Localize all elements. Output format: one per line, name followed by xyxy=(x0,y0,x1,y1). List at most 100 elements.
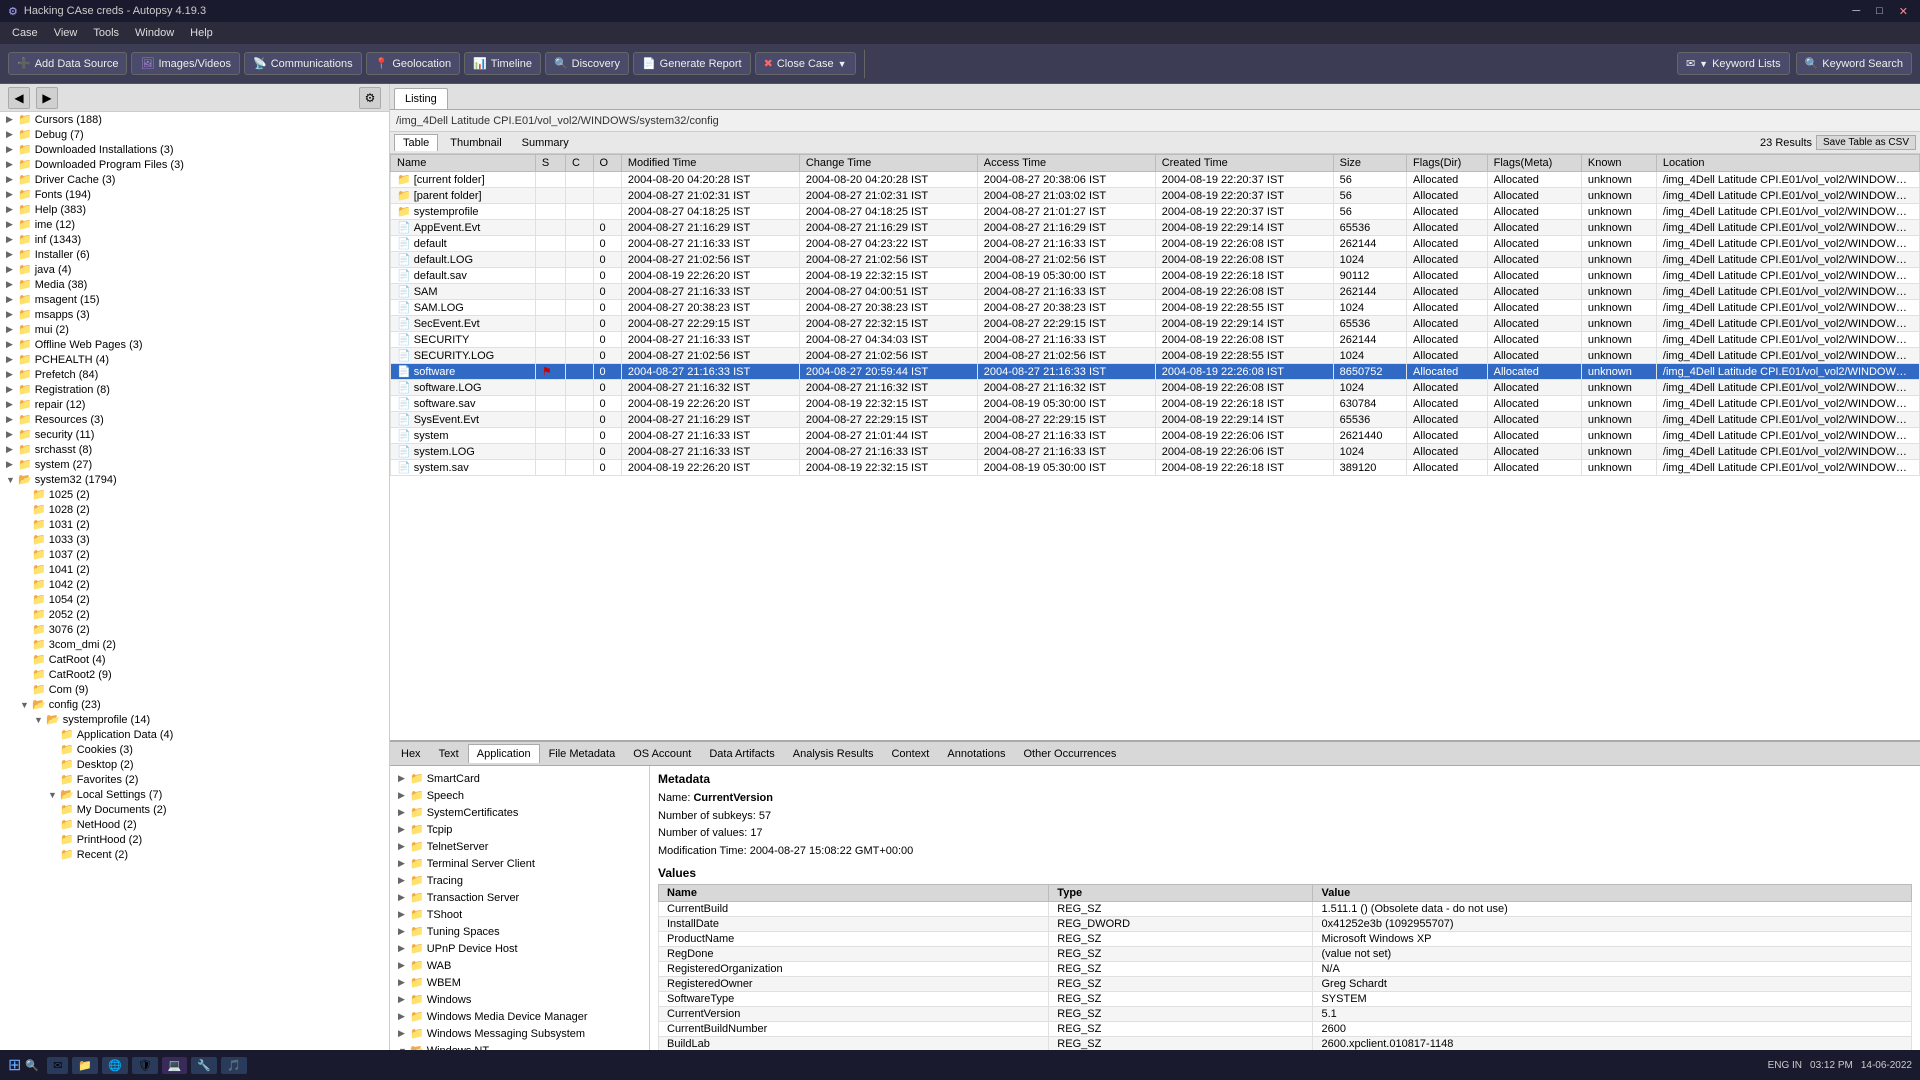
col-created[interactable]: Created Time xyxy=(1155,155,1333,172)
registry-tree-item[interactable]: ▶📁Windows xyxy=(394,991,645,1008)
tree-item[interactable]: 📁1025 (2) xyxy=(0,487,389,502)
table-row[interactable]: 📄SAM02004-08-27 21:16:33 IST2004-08-27 0… xyxy=(391,284,1920,300)
tree-item[interactable]: 📁CatRoot2 (9) xyxy=(0,667,389,682)
tree-item[interactable]: 📁1041 (2) xyxy=(0,562,389,577)
bottom-tab-annotations[interactable]: Annotations xyxy=(938,744,1014,763)
generate-report-button[interactable]: 📄 Generate Report xyxy=(633,52,751,75)
menu-window[interactable]: Window xyxy=(127,25,182,41)
tree-item[interactable]: ▶📁Media (38) xyxy=(0,277,389,292)
registry-tree-item[interactable]: ▶📁Terminal Server Client xyxy=(394,855,645,872)
keyword-search-button[interactable]: 🔍 Keyword Search xyxy=(1796,52,1912,75)
table-row[interactable]: 📄default.LOG02004-08-27 21:02:56 IST2004… xyxy=(391,252,1920,268)
maximize-button[interactable]: □ xyxy=(1872,5,1887,18)
add-datasource-button[interactable]: ➕ Add Data Source xyxy=(8,52,127,75)
bottom-tab-hex[interactable]: Hex xyxy=(392,744,430,763)
forward-button[interactable]: ▶ xyxy=(36,87,58,109)
tree-item[interactable]: ▼📂Local Settings (7) xyxy=(0,787,389,802)
table-row[interactable]: 📁systemprofile2004-08-27 04:18:25 IST200… xyxy=(391,204,1920,220)
taskbar-app-5[interactable]: 💻 xyxy=(162,1057,188,1074)
bottom-tab-os-account[interactable]: OS Account xyxy=(624,744,700,763)
col-access[interactable]: Access Time xyxy=(977,155,1155,172)
close-case-button[interactable]: ✖ Close Case ▼ xyxy=(755,52,856,75)
table-row[interactable]: 📄default02004-08-27 21:16:33 IST2004-08-… xyxy=(391,236,1920,252)
tree-item[interactable]: ▶📁Help (383) xyxy=(0,202,389,217)
tree-item[interactable]: ▼📂system32 (1794) xyxy=(0,472,389,487)
tree-item[interactable]: ▶📁Downloaded Program Files (3) xyxy=(0,157,389,172)
tree-item[interactable]: 📁1033 (3) xyxy=(0,532,389,547)
col-change[interactable]: Change Time xyxy=(799,155,977,172)
subtab-thumbnail[interactable]: Thumbnail xyxy=(442,135,509,151)
tree-item[interactable]: ▶📁Fonts (194) xyxy=(0,187,389,202)
tree-item[interactable]: 📁3com_dmi (2) xyxy=(0,637,389,652)
tree-item[interactable]: 📁1054 (2) xyxy=(0,592,389,607)
col-size[interactable]: Size xyxy=(1333,155,1406,172)
col-s[interactable]: S xyxy=(535,155,565,172)
start-button[interactable]: ⊞ xyxy=(8,1055,21,1075)
tree-item[interactable]: 📁Desktop (2) xyxy=(0,757,389,772)
bottom-tab-application[interactable]: Application xyxy=(468,744,540,763)
bottom-tab-analysis-results[interactable]: Analysis Results xyxy=(784,744,883,763)
tree-item[interactable]: ▶📁Registration (8) xyxy=(0,382,389,397)
table-row[interactable]: 📄default.sav02004-08-19 22:26:20 IST2004… xyxy=(391,268,1920,284)
col-flagsmeta[interactable]: Flags(Meta) xyxy=(1487,155,1581,172)
keyword-lists-button[interactable]: ✉ ▼ Keyword Lists xyxy=(1677,52,1790,75)
tree-item[interactable]: 📁Application Data (4) xyxy=(0,727,389,742)
tree-item[interactable]: 📁Com (9) xyxy=(0,682,389,697)
table-row[interactable]: 📄system.LOG02004-08-27 21:16:33 IST2004-… xyxy=(391,444,1920,460)
table-row[interactable]: 📄software.sav02004-08-19 22:26:20 IST200… xyxy=(391,396,1920,412)
taskbar-app-3[interactable]: 🌐 xyxy=(102,1057,128,1074)
registry-tree-item[interactable]: ▶📁Transaction Server xyxy=(394,889,645,906)
registry-tree-item[interactable]: ▶📁TelnetServer xyxy=(394,838,645,855)
tree-item[interactable]: ▼📂systemprofile (14) xyxy=(0,712,389,727)
table-row[interactable]: 📁[parent folder]2004-08-27 21:02:31 IST2… xyxy=(391,188,1920,204)
col-location[interactable]: Location xyxy=(1656,155,1919,172)
tree-item[interactable]: 📁3076 (2) xyxy=(0,622,389,637)
geolocation-button[interactable]: 📍 Geolocation xyxy=(366,52,460,75)
table-row[interactable]: 📄SECURITY02004-08-27 21:16:33 IST2004-08… xyxy=(391,332,1920,348)
tree-item[interactable]: 📁1028 (2) xyxy=(0,502,389,517)
col-modified[interactable]: Modified Time xyxy=(621,155,799,172)
tree-item[interactable]: 📁1031 (2) xyxy=(0,517,389,532)
taskbar-app-4[interactable]: 🛡 xyxy=(132,1057,158,1074)
col-o[interactable]: O xyxy=(593,155,621,172)
tree-item[interactable]: ▶📁PCHEALTH (4) xyxy=(0,352,389,367)
back-button[interactable]: ◀ xyxy=(8,87,30,109)
table-row[interactable]: 📄AppEvent.Evt02004-08-27 21:16:29 IST200… xyxy=(391,220,1920,236)
registry-tree-item[interactable]: ▶📁Tuning Spaces xyxy=(394,923,645,940)
tree-item[interactable]: 📁Cookies (3) xyxy=(0,742,389,757)
registry-tree-item[interactable]: ▶📁SmartCard xyxy=(394,770,645,787)
tree-item[interactable]: ▼📂config (23) xyxy=(0,697,389,712)
registry-tree-item[interactable]: ▶📁Tcpip xyxy=(394,821,645,838)
col-c[interactable]: C xyxy=(566,155,594,172)
taskbar-app-7[interactable]: 🎵 xyxy=(221,1057,247,1074)
menu-tools[interactable]: Tools xyxy=(85,25,127,41)
communications-button[interactable]: 📡 Communications xyxy=(244,52,362,75)
tree-item[interactable]: ▶📁inf (1343) xyxy=(0,232,389,247)
tree-item[interactable]: ▶📁ime (12) xyxy=(0,217,389,232)
menu-case[interactable]: Case xyxy=(4,25,46,41)
tree-item[interactable]: ▶📁repair (12) xyxy=(0,397,389,412)
save-csv-button[interactable]: Save Table as CSV xyxy=(1816,135,1916,150)
table-row[interactable]: 📄SAM.LOG02004-08-27 20:38:23 IST2004-08-… xyxy=(391,300,1920,316)
tree-item[interactable]: ▶📁msapps (3) xyxy=(0,307,389,322)
tree-item[interactable]: 📁Recent (2) xyxy=(0,847,389,862)
registry-tree-item[interactable]: ▶📁Speech xyxy=(394,787,645,804)
tree-item[interactable]: ▶📁Offline Web Pages (3) xyxy=(0,337,389,352)
bottom-tab-data-artifacts[interactable]: Data Artifacts xyxy=(700,744,783,763)
menu-help[interactable]: Help xyxy=(182,25,221,41)
tree-item[interactable]: ▶📁Prefetch (84) xyxy=(0,367,389,382)
registry-tree-item[interactable]: ▼📂Windows NT xyxy=(394,1042,645,1050)
menu-view[interactable]: View xyxy=(46,25,86,41)
close-button[interactable]: ✕ xyxy=(1895,5,1912,18)
tree-item[interactable]: ▶📁security (11) xyxy=(0,427,389,442)
file-table-container[interactable]: Name S C O Modified Time Change Time Acc… xyxy=(390,154,1920,740)
taskbar-app-6[interactable]: 🔧 xyxy=(191,1057,217,1074)
bottom-tab-text[interactable]: Text xyxy=(430,744,468,763)
listing-tab[interactable]: Listing xyxy=(394,88,448,109)
timeline-button[interactable]: 📊 Timeline xyxy=(464,52,541,75)
taskbar-app-2[interactable]: 📁 xyxy=(72,1057,98,1074)
tree-item[interactable]: ▶📁Cursors (188) xyxy=(0,112,389,127)
search-taskbar-button[interactable]: 🔍 xyxy=(25,1059,39,1072)
tree-item[interactable]: ▶📁Driver Cache (3) xyxy=(0,172,389,187)
col-known[interactable]: Known xyxy=(1581,155,1656,172)
